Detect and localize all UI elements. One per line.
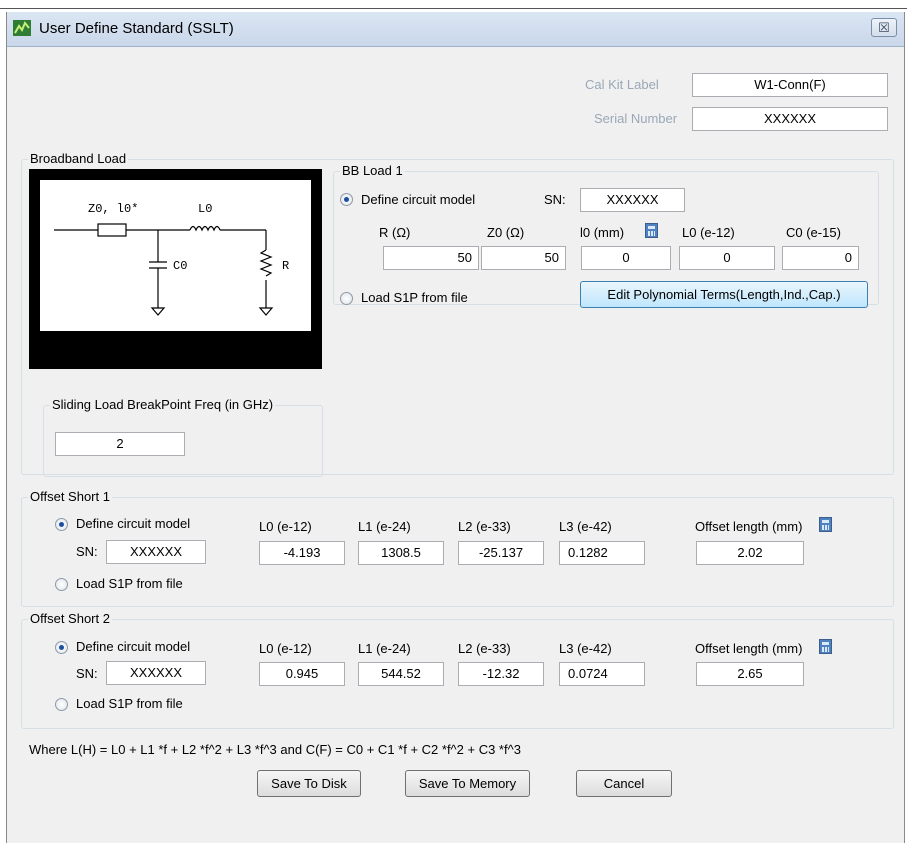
bb-load-s1p-label: Load S1P from file	[361, 290, 468, 305]
title-bar[interactable]: User Define Standard (SSLT) ☒	[7, 12, 904, 47]
short2-l2-input[interactable]: -12.32	[458, 662, 544, 686]
close-icon: ☒	[878, 20, 890, 35]
l0-schematic-label: L0	[198, 202, 213, 216]
short1-load-s1p-label: Load S1P from file	[76, 576, 183, 591]
short1-l0-input[interactable]: -4.193	[259, 541, 345, 565]
dialog-window: User Define Standard (SSLT) ☒ Cal Kit La…	[6, 12, 905, 843]
short2-sn-label: SN:	[76, 666, 98, 681]
r-schematic-label: R	[282, 259, 290, 273]
short2-define-circuit-radio[interactable]	[55, 641, 68, 654]
short1-l1-input[interactable]: 1308.5	[358, 541, 444, 565]
l0-field-label: L0 (e-12)	[682, 225, 735, 240]
circuit-diagram	[54, 223, 274, 316]
cal-kit-label: Cal Kit Label	[585, 77, 659, 92]
r-label: R (Ω)	[379, 225, 411, 240]
save-to-disk-button[interactable]: Save To Disk	[257, 770, 361, 797]
short1-l2-label: L2 (e-33)	[458, 519, 511, 534]
short2-l1-input[interactable]: 544.52	[358, 662, 444, 686]
short2-l0-label: L0 (e-12)	[259, 641, 312, 656]
background-window-edge	[0, 0, 907, 10]
short1-sn-input[interactable]: XXXXXX	[106, 540, 206, 564]
z0-label: Z0, l0*	[88, 202, 139, 216]
short1-l1-label: L1 (e-24)	[358, 519, 411, 534]
circuit-schematic: Z0, l0* L0 C0 R	[29, 169, 322, 369]
breakpoint-freq-input[interactable]: 2	[55, 432, 185, 456]
calculator-icon[interactable]	[645, 223, 658, 238]
short1-offset-label: Offset length (mm)	[695, 519, 803, 534]
dialog-body: Cal Kit Label W1-Conn(F) Serial Number X…	[7, 47, 904, 843]
short2-l3-label: L3 (e-42)	[559, 641, 612, 656]
c0-schematic-label: C0	[173, 259, 188, 273]
bb-sn-label: SN:	[544, 192, 566, 207]
app-icon	[13, 20, 31, 36]
short2-offset-label: Offset length (mm)	[695, 641, 803, 656]
z0-input[interactable]: 50	[481, 246, 566, 270]
cal-kit-input[interactable]: W1-Conn(F)	[692, 73, 888, 97]
bb-define-circuit-label: Define circuit model	[361, 192, 476, 207]
bb-load-s1p-radio[interactable]	[340, 292, 353, 305]
short2-l2-label: L2 (e-33)	[458, 641, 511, 656]
short1-l2-input[interactable]: -25.137	[458, 541, 544, 565]
short1-define-circuit-radio[interactable]	[55, 518, 68, 531]
short2-l0-input[interactable]: 0.945	[259, 662, 345, 686]
r-input[interactable]: 50	[383, 246, 479, 270]
schematic-canvas: Z0, l0* L0 C0 R	[40, 180, 311, 331]
short2-l1-label: L1 (e-24)	[358, 641, 411, 656]
window-title: User Define Standard (SSLT)	[39, 20, 234, 37]
short1-load-s1p-radio[interactable]	[55, 578, 68, 591]
z0-field-label: Z0 (Ω)	[487, 225, 525, 240]
broadband-load-title: Broadband Load	[28, 151, 129, 166]
serial-number-label: Serial Number	[594, 111, 678, 126]
c0-input[interactable]: 0	[782, 246, 859, 270]
short2-load-s1p-radio[interactable]	[55, 698, 68, 711]
edit-polynomial-button[interactable]: Edit Polynomial Terms(Length,Ind.,Cap.)	[580, 281, 868, 308]
serial-number-input[interactable]: XXXXXX	[692, 107, 888, 131]
short2-load-s1p-label: Load S1P from file	[76, 696, 183, 711]
bb-load-1-title: BB Load 1	[340, 163, 405, 178]
close-button[interactable]: ☒	[871, 18, 897, 37]
short1-define-circuit-label: Define circuit model	[76, 516, 191, 531]
l0mm-input[interactable]: 0	[581, 246, 671, 270]
sliding-load-title: Sliding Load BreakPoint Freq (in GHz)	[50, 397, 276, 412]
calculator-icon[interactable]	[819, 517, 832, 532]
l0-note: l0*: air equivalent length polynomial co…	[29, 353, 269, 368]
short1-l0-label: L0 (e-12)	[259, 519, 312, 534]
short1-l3-label: L3 (e-42)	[559, 519, 612, 534]
short2-offset-input[interactable]: 2.65	[696, 662, 804, 686]
short1-offset-input[interactable]: 2.02	[696, 541, 804, 565]
short2-define-circuit-label: Define circuit model	[76, 639, 191, 654]
bb-define-circuit-radio[interactable]	[340, 193, 353, 206]
save-to-memory-button[interactable]: Save To Memory	[405, 770, 530, 797]
offset-short-2-title: Offset Short 2	[28, 611, 112, 626]
c0-field-label: C0 (e-15)	[786, 225, 841, 240]
short2-l3-input[interactable]: 0.0724	[559, 662, 645, 686]
calculator-icon[interactable]	[819, 639, 832, 654]
formula-text: Where L(H) = L0 + L1 *f + L2 *f^2 + L3 *…	[29, 742, 521, 757]
short1-l3-input[interactable]: 0.1282	[559, 541, 645, 565]
short2-sn-input[interactable]: XXXXXX	[106, 661, 206, 685]
l0-input[interactable]: 0	[679, 246, 775, 270]
cancel-button[interactable]: Cancel	[576, 770, 672, 797]
offset-short-1-title: Offset Short 1	[28, 489, 112, 504]
bb-sn-input[interactable]: XXXXXX	[580, 188, 685, 212]
l0mm-label: l0 (mm)	[580, 225, 625, 240]
short1-sn-label: SN:	[76, 544, 98, 559]
